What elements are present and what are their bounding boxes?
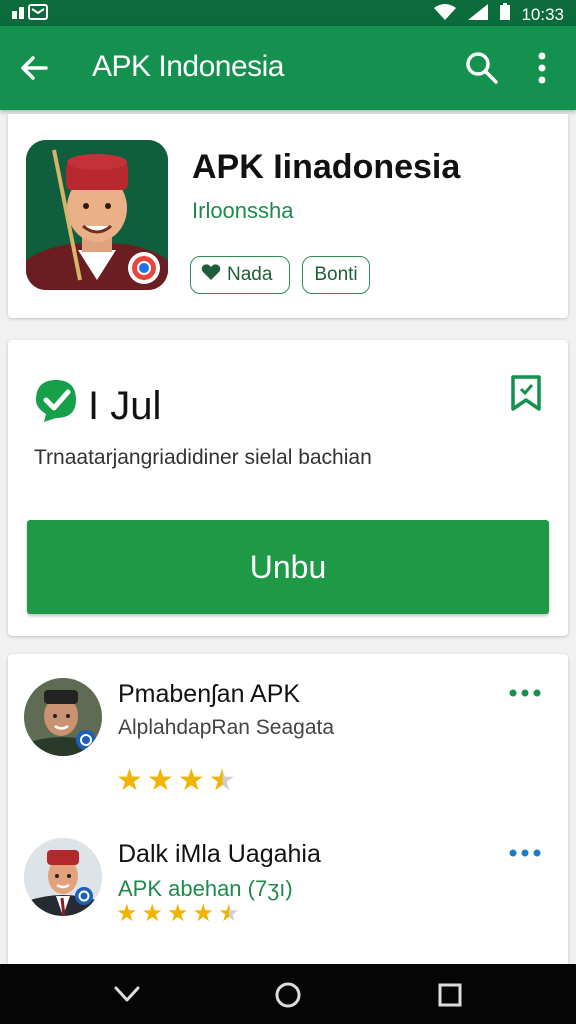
avatar[interactable] [24,838,102,916]
status-time: 10:33 [521,4,564,24]
app-bar-title: APK Indonesia [92,50,284,83]
app-icon[interactable] [26,140,168,290]
back-arrow-icon[interactable] [16,50,52,86]
app-name: APK Iinadonesia [192,148,461,186]
nav-home-icon[interactable] [273,980,303,1010]
more-horiz-icon[interactable] [508,846,542,858]
system-nav-bar [0,964,576,1024]
nav-recent-apps-icon[interactable] [435,980,465,1010]
status-left [10,3,50,26]
star-icon: ★ [192,900,215,927]
download-button[interactable]: Unbu [27,520,549,614]
signal-icon [467,3,489,26]
star-icon: ★ [177,764,205,797]
more-horiz-icon[interactable] [508,686,542,698]
nav-back-icon[interactable] [112,980,142,1010]
heart-icon [201,263,221,287]
status-bar: 10:33 [0,0,576,26]
review-subtitle: APK abehan (7ʒı) [118,876,293,901]
search-icon[interactable] [462,48,500,86]
star-icon: ★ [116,764,143,797]
chip-label: Nada [227,264,273,285]
install-card: I Jul Trnaatarjangriadidiner sielal bach… [8,340,568,636]
star-half-icon: ★ [208,764,236,797]
star-rating: ★ ★ ★ ★ ★ [116,902,240,926]
notification-icon [10,3,50,26]
review-author: Dalk iMla Uagahia [118,840,321,868]
chip-label: Bonti [314,264,358,285]
review-author: Pmabenʃan APK [118,680,301,708]
star-icon: ★ [167,900,189,927]
chip-bonti[interactable]: Bonti [302,256,370,294]
app-bar: APK Indonesia [0,26,576,110]
verified-check-icon [32,378,80,424]
star-icon: ★ [146,764,174,797]
app-info-card: APK Iinadonesia Irloonssha Nada Bonti [8,114,568,318]
bookmark-icon[interactable] [508,374,544,412]
battery-icon [499,3,511,26]
status-right: 10:33 [433,3,564,26]
reviews-card: Pmabenʃan APK AlplahdapRan Seagata ★ ★ ★… [8,654,568,966]
avatar[interactable] [24,678,102,756]
review-subtitle: AlplahdapRan Seagata [118,716,335,739]
star-icon: ★ [116,900,138,927]
star-half-icon: ★ [218,900,240,927]
star-icon: ★ [141,900,164,927]
star-rating: ★ ★ ★ ★ [116,766,236,796]
install-title: I Jul [88,384,162,428]
app-developer[interactable]: Irloonssha [192,198,294,224]
more-vert-icon[interactable] [528,48,556,88]
install-description: Trnaatarjangriadidiner sielal bachian [34,446,372,469]
chip-nada[interactable]: Nada [190,256,290,294]
wifi-icon [433,3,457,26]
review-item: Dalk iMla Uagahia APK abehan (7ʒı) ★ ★ ★… [8,834,568,974]
review-item: Pmabenʃan APK AlplahdapRan Seagata ★ ★ ★… [8,674,568,814]
